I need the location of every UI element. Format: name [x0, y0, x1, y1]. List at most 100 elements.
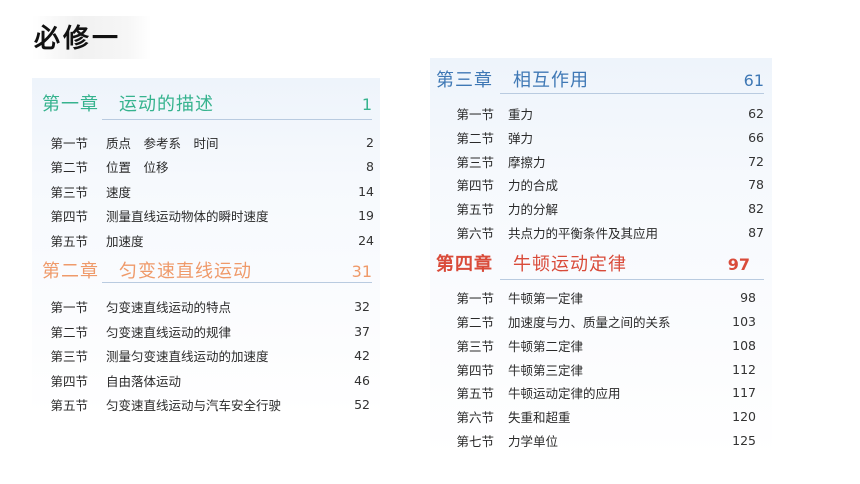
section-title: 自由落体运动	[106, 373, 182, 389]
section-title: 速度	[106, 184, 132, 200]
section-item: 第六节 失重和超重 120	[430, 405, 772, 429]
chapter-number: 第二章	[42, 260, 99, 282]
section-number: 第二节	[456, 315, 494, 331]
section-title: 匀变速直线运动的特点	[106, 300, 232, 316]
section-item: 第三节 牛顿第二定律 108	[430, 334, 772, 358]
section-title: 加速度	[106, 233, 144, 249]
chapter-heading: 第一章 运动的描述 1	[32, 78, 380, 122]
chapter-page: 1	[361, 95, 372, 114]
section-item: 第一节 重力 62	[430, 102, 772, 126]
section-page: 14	[358, 183, 374, 199]
section-number: 第三节	[50, 349, 88, 365]
chapter-number: 第三章	[436, 70, 493, 91]
page-title: 必修一	[32, 16, 152, 59]
section-page: 82	[748, 201, 764, 217]
section-title: 力的分解	[508, 202, 559, 218]
section-page: 46	[354, 372, 370, 388]
section-number: 第六节	[456, 409, 494, 425]
chapter-heading: 第三章 相互作用 61	[430, 58, 772, 96]
section-title: 共点力的平衡条件及其应用	[508, 225, 659, 241]
toc-panel-left: 第一章 运动的描述 1 第一节 质点 参考系 时间 2 第二节 位置 位移 8 …	[32, 78, 380, 416]
section-number: 第三节	[50, 184, 88, 200]
section-list: 第一节 匀变速直线运动的特点 32 第二节 匀变速直线运动的规律 37 第三节 …	[32, 285, 380, 418]
section-title: 位置 位移	[106, 160, 169, 176]
section-number: 第五节	[50, 233, 88, 249]
section-page: 66	[748, 130, 764, 146]
section-page: 24	[358, 232, 374, 248]
section-title: 摩擦力	[508, 154, 546, 170]
section-title: 牛顿第二定律	[508, 338, 584, 354]
section-item: 第三节 摩擦力 72	[430, 149, 772, 173]
section-page: 37	[354, 323, 370, 339]
section-page: 87	[748, 224, 764, 240]
section-page: 62	[748, 106, 764, 122]
toc-panel-right: 第三章 相互作用 61 第一节 重力 62 第二节 弹力 66 第三节 摩擦力 …	[430, 58, 772, 458]
section-item: 第五节 匀变速直线运动与汽车安全行驶 52	[32, 393, 380, 418]
section-item: 第二节 弹力 66	[430, 126, 772, 150]
section-title: 测量匀变速直线运动的加速度	[106, 349, 269, 365]
section-number: 第四节	[456, 362, 494, 378]
section-list: 第一节 重力 62 第二节 弹力 66 第三节 摩擦力 72 第四节 力的合成 …	[430, 96, 772, 244]
section-page: 72	[748, 153, 764, 169]
section-title: 牛顿第一定律	[508, 291, 584, 307]
section-page: 117	[732, 385, 756, 401]
section-item: 第三节 速度 14	[32, 179, 380, 204]
section-item: 第五节 力的分解 82	[430, 197, 772, 221]
section-title: 力的合成	[508, 178, 559, 194]
section-item: 第四节 牛顿第三定律 112	[430, 357, 772, 381]
section-item: 第二节 加速度与力、质量之间的关系 103	[430, 310, 772, 334]
section-page: 125	[732, 432, 756, 448]
section-number: 第二节	[50, 324, 88, 340]
section-page: 103	[732, 314, 756, 330]
section-title: 重力	[508, 107, 534, 123]
section-item: 第一节 质点 参考系 时间 2	[32, 130, 380, 155]
chapter-page: 97	[727, 255, 750, 275]
section-number: 第一节	[50, 300, 88, 316]
section-number: 第一节	[456, 107, 494, 123]
section-title: 匀变速直线运动与汽车安全行驶	[106, 398, 282, 414]
chapter-page: 61	[743, 71, 764, 90]
section-number: 第一节	[50, 135, 88, 151]
chapter-number: 第一章	[42, 94, 99, 115]
section-page: 52	[354, 397, 370, 413]
section-number: 第六节	[456, 225, 494, 241]
section-number: 第三节	[456, 154, 494, 170]
section-item: 第四节 测量直线运动物体的瞬时速度 19	[32, 204, 380, 229]
chapter-heading: 第二章 匀变速直线运动 31	[32, 253, 380, 285]
section-title: 质点 参考系 时间	[106, 135, 219, 151]
section-item: 第七节 力学单位 125	[430, 428, 772, 452]
section-item: 第一节 匀变速直线运动的特点 32	[32, 295, 380, 320]
section-list: 第一节 质点 参考系 时间 2 第二节 位置 位移 8 第三节 速度 14 第四…	[32, 122, 380, 253]
section-page: 120	[732, 408, 756, 424]
section-page: 2	[366, 134, 374, 150]
chapter-title: 运动的描述	[119, 94, 214, 115]
chapter-title: 牛顿运动定律	[513, 254, 627, 276]
section-item: 第二节 匀变速直线运动的规律 37	[32, 319, 380, 344]
section-number: 第五节	[456, 386, 494, 402]
section-page: 19	[358, 208, 374, 224]
section-item: 第五节 牛顿运动定律的应用 117	[430, 381, 772, 405]
section-item: 第三节 测量匀变速直线运动的加速度 42	[32, 344, 380, 369]
section-page: 98	[740, 290, 756, 306]
section-item: 第四节 力的合成 78	[430, 173, 772, 197]
section-page: 8	[366, 159, 374, 175]
chapter-title: 匀变速直线运动	[119, 260, 252, 282]
section-title: 牛顿运动定律的应用	[508, 386, 621, 402]
chapter-number: 第四章	[436, 254, 493, 276]
section-page: 42	[354, 348, 370, 364]
section-number: 第四节	[50, 209, 88, 225]
section-title: 牛顿第三定律	[508, 362, 584, 378]
section-number: 第二节	[50, 160, 88, 176]
section-title: 弹力	[508, 131, 534, 147]
section-page: 78	[748, 177, 764, 193]
section-item: 第六节 共点力的平衡条件及其应用 87	[430, 220, 772, 244]
section-list: 第一节 牛顿第一定律 98 第二节 加速度与力、质量之间的关系 103 第三节 …	[430, 282, 772, 452]
section-number: 第四节	[456, 178, 494, 194]
section-number: 第五节	[456, 202, 494, 218]
section-item: 第二节 位置 位移 8	[32, 155, 380, 180]
section-number: 第五节	[50, 398, 88, 414]
section-title: 失重和超重	[508, 409, 571, 425]
section-item: 第一节 牛顿第一定律 98	[430, 286, 772, 310]
section-number: 第一节	[456, 291, 494, 307]
section-page: 32	[354, 299, 370, 315]
